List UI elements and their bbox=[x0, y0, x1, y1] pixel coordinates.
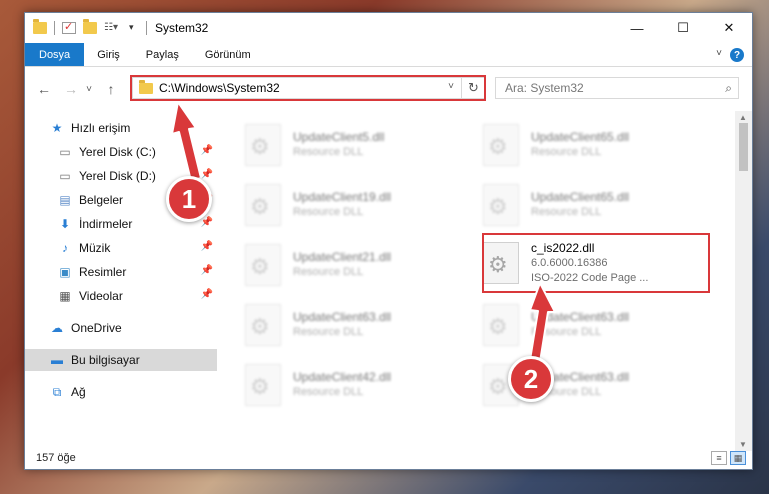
up-button[interactable]: ↑ bbox=[100, 78, 122, 100]
file-tile[interactable]: UpdateClient63.dllResource DLL bbox=[245, 297, 481, 353]
nav-this-pc[interactable]: ▬ Bu bilgisayar bbox=[25, 349, 217, 371]
details-view-icon[interactable]: ≡ bbox=[711, 451, 727, 465]
nav-videos[interactable]: ▦ Videolar 📌 bbox=[25, 285, 217, 307]
dll-file-icon bbox=[483, 304, 519, 346]
dll-file-icon bbox=[245, 304, 281, 346]
dll-file-icon bbox=[245, 244, 281, 286]
file-tile[interactable]: UpdateClient65.dllResource DLL bbox=[483, 117, 719, 173]
file-highlight-box bbox=[482, 233, 710, 293]
video-icon: ▦ bbox=[59, 289, 71, 303]
search-icon[interactable]: ⌕ bbox=[725, 81, 732, 96]
customize-qat-icon[interactable]: ☷▾ bbox=[104, 22, 122, 34]
pin-icon[interactable]: 📌 bbox=[201, 145, 213, 156]
scroll-up-icon[interactable]: ▲ bbox=[739, 113, 747, 122]
nav-onedrive[interactable]: ☁ OneDrive bbox=[25, 317, 217, 339]
view-toggle: ≡ ▦ bbox=[711, 451, 746, 465]
step-badge-2: 2 bbox=[508, 356, 554, 402]
nav-pictures[interactable]: ▣ Resimler 📌 bbox=[25, 261, 217, 283]
file-tile[interactable]: UpdateClient63.dllResource DLL bbox=[483, 297, 719, 353]
music-icon: ♪ bbox=[62, 241, 68, 255]
recent-locations-button[interactable]: ˅ bbox=[82, 78, 96, 100]
maximize-button[interactable]: ☐ bbox=[660, 13, 706, 43]
dll-file-icon bbox=[245, 124, 281, 166]
help-icon[interactable]: ? bbox=[730, 48, 744, 62]
window-controls: — ☐ ✕ bbox=[614, 13, 752, 43]
file-tile[interactable]: UpdateClient42.dllResource DLL bbox=[245, 357, 481, 413]
back-button[interactable]: ← bbox=[33, 78, 55, 100]
pin-icon[interactable]: 📌 bbox=[201, 289, 213, 300]
dll-file-icon bbox=[483, 184, 519, 226]
drive-icon: ▭ bbox=[59, 145, 71, 159]
vertical-scrollbar[interactable]: ▲ ▼ bbox=[735, 111, 752, 451]
pictures-icon: ▣ bbox=[59, 265, 71, 279]
tiles-view-icon[interactable]: ▦ bbox=[730, 451, 746, 465]
pin-icon[interactable]: 📌 bbox=[201, 265, 213, 276]
file-tile[interactable]: UpdateClient5.dllResource DLL bbox=[245, 117, 481, 173]
qat-divider bbox=[54, 21, 55, 35]
dll-file-icon bbox=[245, 184, 281, 226]
star-icon: ★ bbox=[51, 121, 63, 135]
navigation-pane: ★ Hızlı erişim ▭ Yerel Disk (C:) 📌 ▭ Yer… bbox=[25, 111, 217, 439]
dll-file-icon bbox=[483, 124, 519, 166]
pin-icon[interactable]: 📌 bbox=[201, 217, 213, 228]
documents-icon: ▤ bbox=[59, 193, 71, 207]
qat-dropdown-icon[interactable]: ▾ bbox=[129, 22, 139, 34]
close-button[interactable]: ✕ bbox=[706, 13, 752, 43]
search-input[interactable]: Ara: System32 bbox=[505, 81, 584, 95]
tab-home[interactable]: Giriş bbox=[84, 43, 133, 66]
nav-disk-c[interactable]: ▭ Yerel Disk (C:) 📌 bbox=[25, 141, 217, 163]
window-title: System32 bbox=[155, 21, 209, 35]
item-count: 157 öğe bbox=[36, 452, 76, 464]
drive-icon: ▭ bbox=[59, 169, 71, 183]
tab-view[interactable]: Görünüm bbox=[192, 43, 264, 66]
pin-icon[interactable]: 📌 bbox=[201, 169, 213, 180]
search-box[interactable]: Ara: System32 ⌕ bbox=[495, 77, 739, 99]
status-bar: 157 öğe ≡ ▦ bbox=[25, 447, 752, 469]
title-divider bbox=[146, 21, 147, 35]
computer-icon: ▬ bbox=[51, 353, 63, 367]
download-icon: ⬇ bbox=[59, 217, 71, 231]
nav-quick-access[interactable]: ★ Hızlı erişim bbox=[25, 117, 217, 139]
tab-share[interactable]: Paylaş bbox=[133, 43, 192, 66]
explorer-window: ☷▾ ▾ System32 — ☐ ✕ Dosya Giriş Paylaş G… bbox=[24, 12, 753, 470]
address-highlight-box bbox=[130, 75, 486, 101]
minimize-button[interactable]: — bbox=[614, 13, 660, 43]
step-badge-1: 1 bbox=[166, 176, 212, 222]
scrollbar-thumb[interactable] bbox=[739, 123, 748, 171]
quick-access-toolbar: ☷▾ ▾ bbox=[25, 19, 147, 35]
nav-music[interactable]: ♪ Müzik 📌 bbox=[25, 237, 217, 259]
expand-ribbon-icon[interactable]: ˅ bbox=[716, 48, 722, 59]
tab-file[interactable]: Dosya bbox=[25, 43, 85, 66]
dll-file-icon bbox=[245, 364, 281, 406]
pin-icon[interactable]: 📌 bbox=[201, 241, 213, 252]
forward-button[interactable]: → bbox=[60, 78, 82, 100]
file-tile[interactable]: UpdateClient21.dllResource DLL bbox=[245, 237, 481, 293]
folder-icon bbox=[33, 19, 47, 34]
properties-icon[interactable] bbox=[62, 20, 76, 34]
title-bar: ☷▾ ▾ System32 — ☐ ✕ bbox=[25, 13, 752, 43]
nav-network[interactable]: ⧉ Ağ bbox=[25, 381, 217, 403]
network-icon: ⧉ bbox=[52, 384, 62, 399]
file-tile[interactable]: UpdateClient19.dllResource DLL bbox=[245, 177, 481, 233]
new-folder-icon[interactable] bbox=[83, 19, 97, 34]
cloud-icon: ☁ bbox=[51, 321, 63, 335]
file-tile[interactable]: UpdateClient65.dllResource DLL bbox=[483, 177, 719, 233]
ribbon-tabs: Dosya Giriş Paylaş Görünüm ˅ ? bbox=[25, 43, 752, 67]
